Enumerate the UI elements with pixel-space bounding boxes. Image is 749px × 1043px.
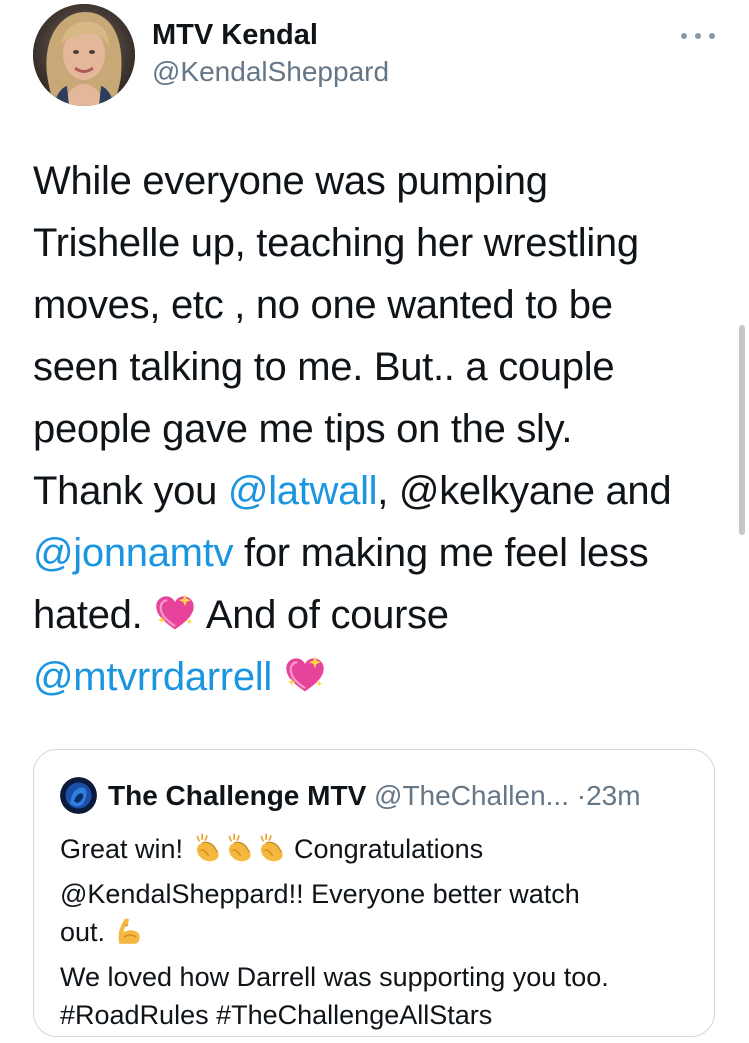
dot-icon xyxy=(709,33,715,39)
text-line: Thank you @latwall, @kelkyane and xyxy=(33,460,723,522)
text-line: hated. And of course xyxy=(33,584,723,646)
author-avatar[interactable] xyxy=(33,4,135,106)
text-segment: for making me feel less xyxy=(233,531,649,575)
text-segment: moves, etc , no one wanted to be xyxy=(33,283,613,327)
text-line: people gave me tips on the sly. xyxy=(33,398,723,460)
tweet-text: While everyone was pumping Trishelle up, … xyxy=(33,150,723,708)
text-segment: out. xyxy=(60,917,113,947)
text-segment: While everyone was pumping xyxy=(33,159,548,203)
text-line: Great win! Congratulations xyxy=(60,830,700,875)
quoted-author-avatar[interactable] xyxy=(60,777,97,814)
text-segment: Trishelle up, teaching her wrestling xyxy=(33,221,639,265)
text-line: out. xyxy=(60,913,700,958)
tweet-card: MTV Kendal @KendalSheppard While everyon… xyxy=(0,0,749,1043)
text-line: While everyone was pumping xyxy=(33,150,723,212)
mention-link[interactable]: @jonnamtv xyxy=(33,531,234,575)
clapping-hands-icon xyxy=(223,832,255,875)
quoted-author-handle[interactable]: @TheChallen... xyxy=(374,780,569,811)
clapping-hands-icon xyxy=(191,832,223,875)
text-segment: @KendalSheppard!! Everyone better watch xyxy=(60,878,580,909)
time-separator: · xyxy=(576,780,587,811)
author-handle[interactable]: @KendalSheppard xyxy=(152,56,389,88)
text-line: @jonnamtv for making me feel less xyxy=(33,522,723,584)
more-options-icon[interactable] xyxy=(681,28,715,44)
text-segment: Thank you xyxy=(33,469,228,513)
text-segment: , @kelkyane and xyxy=(377,469,672,513)
sparkling-heart-icon xyxy=(153,592,197,654)
quoted-author-display-name[interactable]: The Challenge MTV xyxy=(108,780,366,811)
text-line: seen talking to me. But.. a couple xyxy=(33,336,723,398)
vertical-scrollbar[interactable] xyxy=(739,325,745,535)
dot-icon xyxy=(695,33,701,39)
text-segment: We loved how Darrell was supporting you … xyxy=(60,961,609,992)
text-segment: seen talking to me. But.. a couple xyxy=(33,345,615,389)
mention-link[interactable]: @mtvrrdarrell xyxy=(33,655,272,699)
text-segment: #RoadRules #TheChallengeAllStars xyxy=(60,1000,493,1030)
text-segment: Great win! xyxy=(60,834,191,864)
text-line: @mtvrrdarrell xyxy=(33,646,723,708)
dot-icon xyxy=(681,33,687,39)
text-segment: hated. xyxy=(33,593,154,637)
quoted-tweet-header: The Challenge MTV @TheChallen... ·23m xyxy=(108,778,641,814)
text-line: @KendalSheppard!! Everyone better watch xyxy=(60,875,700,914)
flexed-biceps-icon xyxy=(113,915,145,958)
quoted-tweet-text: Great win! Congratulations @KendalSheppar… xyxy=(60,830,700,1035)
author-display-name[interactable]: MTV Kendal xyxy=(152,19,318,52)
text-line: #RoadRules #TheChallengeAllStars xyxy=(60,996,700,1035)
text-segment xyxy=(272,655,283,699)
sparkling-heart-icon xyxy=(283,654,327,716)
quoted-tweet[interactable]: The Challenge MTV @TheChallen... ·23m Gr… xyxy=(33,749,715,1037)
text-segment: And of course xyxy=(197,593,449,637)
mention-link[interactable]: @latwall xyxy=(228,469,378,513)
text-line: moves, etc , no one wanted to be xyxy=(33,274,723,336)
text-segment: Congratulations xyxy=(286,834,484,864)
text-line: We loved how Darrell was supporting you … xyxy=(60,958,700,997)
text-segment: people gave me tips on the sly. xyxy=(33,407,573,451)
clapping-hands-icon xyxy=(255,832,287,875)
text-line: Trishelle up, teaching her wrestling xyxy=(33,212,723,274)
quoted-tweet-time[interactable]: 23m xyxy=(586,780,640,811)
